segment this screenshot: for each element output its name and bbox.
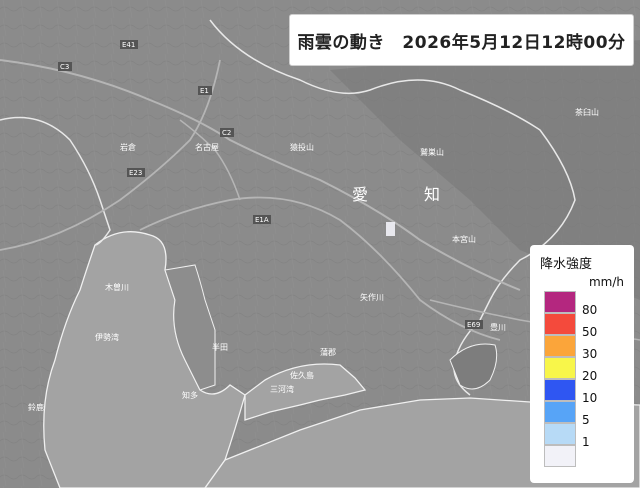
legend-swatch [544,401,576,423]
place-sanageyama: 猿投山 [290,142,314,152]
place-washisuyama: 鷲巣山 [420,147,444,157]
place-hongusan: 本宮山 [452,234,476,244]
map-title: 雨雲の動き 2026年5月12日12時00分 [289,14,634,66]
svg-text:E1A: E1A [255,216,269,224]
place-chausuyama: 茶臼山 [575,107,599,117]
place-nagoya: 名古屋 [195,142,219,152]
precipitation-legend: 降水強度 mm/h 80 50 30 20 10 5 1 [530,245,634,483]
svg-text:C2: C2 [222,129,231,137]
legend-swatch [544,445,576,467]
legend-swatch [544,291,576,313]
legend-level-3: 20 [540,357,624,383]
road-shield-e1a: E1A [253,215,271,224]
legend-rows: 80 50 30 20 10 5 1 [540,291,624,467]
legend-level-2: 30 [540,335,624,361]
road-shield-c3: C3 [58,62,72,71]
road-shield-e1: E1 [198,86,212,95]
road-shield-e41: E41 [120,40,138,49]
legend-unit: mm/h [588,275,624,289]
svg-text:E23: E23 [129,169,142,177]
region-char-2: 知 [424,185,440,204]
legend-level-0: 80 [540,291,624,317]
legend-swatch [544,423,576,445]
legend-swatch [544,357,576,379]
road-shield-c2: C2 [220,128,234,137]
place-mikawawan: 三河湾 [270,384,294,394]
place-suzuka: 鈴鹿 [28,402,44,412]
place-iwakura: 岩倉 [120,142,136,152]
place-kisogawa: 木曽川 [105,282,129,292]
legend-level-6: 1 [540,423,624,449]
svg-text:E69: E69 [467,321,480,329]
legend-level-5: 5 [540,401,624,427]
region-char-1: 愛 [352,185,368,204]
place-sakushima: 佐久島 [290,370,314,380]
legend-level-7 [540,445,624,467]
svg-text:E1: E1 [200,87,209,95]
place-toyokawa: 豊川 [490,322,506,332]
legend-swatch [544,313,576,335]
legend-swatch [544,335,576,357]
legend-level-4: 10 [540,379,624,405]
legend-swatch [544,379,576,401]
place-chita: 知多 [182,390,198,400]
road-shield-e23: E23 [127,168,145,177]
legend-level-1: 50 [540,313,624,339]
place-gamagori: 蒲郡 [320,347,336,357]
road-shield-e69: E69 [465,320,483,329]
svg-text:C3: C3 [60,63,69,71]
place-yahagigawa: 矢作川 [360,292,384,302]
place-handa: 半田 [212,342,228,352]
legend-title: 降水強度 [540,257,593,272]
rain-cell [386,222,395,236]
svg-text:E41: E41 [122,41,135,49]
place-isewan: 伊勢湾 [95,332,119,342]
